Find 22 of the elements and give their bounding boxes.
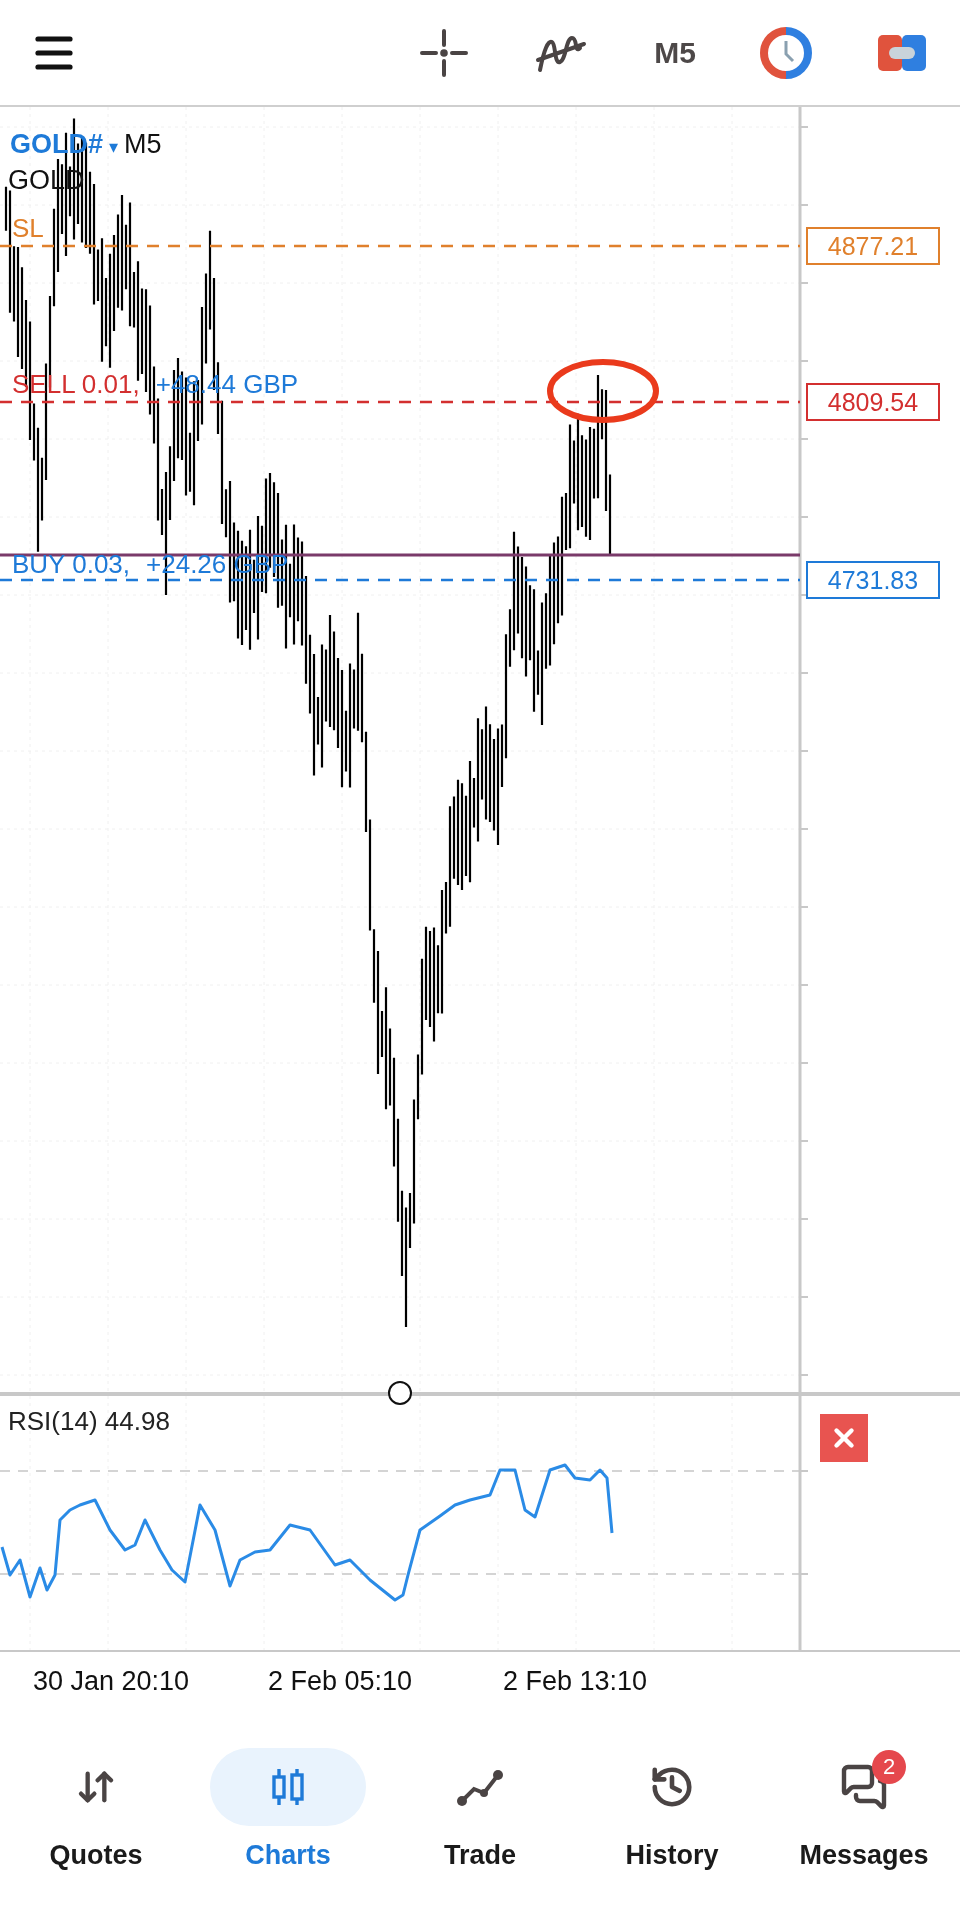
timeframe-button[interactable]: M5 bbox=[650, 31, 700, 74]
nav-tab[interactable]: Trade bbox=[384, 1740, 576, 1879]
nav-tab[interactable]: History bbox=[576, 1740, 768, 1879]
nav-tab[interactable]: Quotes bbox=[0, 1740, 192, 1879]
price-tag: 4877.21 bbox=[806, 227, 940, 265]
close-indicator-button[interactable] bbox=[820, 1414, 868, 1462]
resize-handle[interactable] bbox=[388, 1381, 412, 1405]
indicator-label: RSI(14) 44.98 bbox=[8, 1406, 170, 1437]
order-label: SL bbox=[12, 213, 44, 244]
symbol-caret[interactable]: ▾ bbox=[109, 136, 119, 158]
order-label: BUY 0.03, bbox=[12, 549, 131, 580]
unread-badge: 2 bbox=[872, 1750, 906, 1784]
chart-period: M5 bbox=[124, 129, 162, 160]
time-label: 30 Jan 20:10 bbox=[33, 1666, 190, 1697]
time-label: 2 Feb 05:10 bbox=[268, 1666, 413, 1697]
nav-tab[interactable]: Charts bbox=[192, 1740, 384, 1879]
time-label: 2 Feb 13:10 bbox=[503, 1666, 648, 1697]
nav-tab[interactable]: 2 Messages bbox=[768, 1740, 960, 1879]
line-graph-icon bbox=[456, 1767, 504, 1807]
price-tag: 4809.54 bbox=[806, 383, 940, 421]
price-tag: 4731.83 bbox=[806, 561, 940, 599]
history-icon bbox=[649, 1764, 695, 1810]
